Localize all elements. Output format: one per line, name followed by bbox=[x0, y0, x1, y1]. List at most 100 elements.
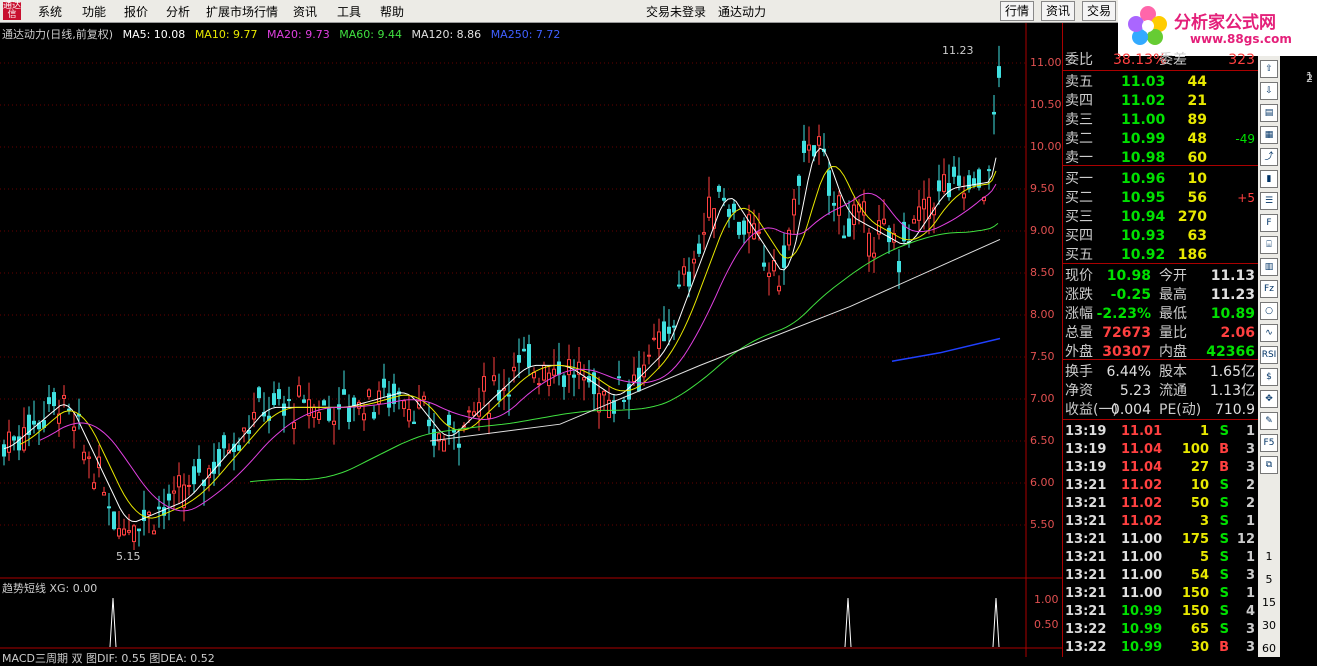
candle-body bbox=[427, 419, 431, 427]
candle-body bbox=[167, 493, 171, 501]
tab-trade-button[interactable]: 交易 bbox=[1082, 1, 1117, 21]
tab-quote-button[interactable]: 行情 bbox=[1000, 1, 1035, 21]
pencil-icon[interactable]: ✎ bbox=[1260, 412, 1278, 430]
candle-body bbox=[87, 456, 91, 459]
candle-body bbox=[787, 229, 791, 246]
candle-body bbox=[272, 393, 276, 406]
candle-body bbox=[582, 377, 586, 381]
copy-icon[interactable]: ⧉ bbox=[1260, 456, 1278, 474]
chart-icon[interactable]: ⤴ bbox=[1260, 148, 1278, 166]
candle-body bbox=[687, 271, 691, 287]
candle-body bbox=[337, 404, 341, 410]
candle-body bbox=[432, 429, 436, 446]
list-icon[interactable]: ☰ bbox=[1260, 192, 1278, 210]
menu-tools[interactable]: 工具 bbox=[337, 3, 361, 20]
tick-row: 13:19 11.04 27 B 3 bbox=[1065, 460, 1255, 475]
candle-body bbox=[322, 400, 326, 406]
candle-body bbox=[32, 420, 36, 425]
sell-row-4[interactable]: 卖四 11.02 21 bbox=[1063, 92, 1259, 111]
menu-info[interactable]: 资讯 bbox=[293, 3, 317, 20]
candle-body bbox=[12, 436, 16, 441]
menu-help[interactable]: 帮助 bbox=[380, 3, 404, 20]
candle-body bbox=[717, 185, 721, 192]
candle-body bbox=[177, 475, 181, 488]
menu-function[interactable]: 功能 bbox=[82, 3, 106, 20]
candle-body bbox=[672, 325, 676, 328]
tick-row: 13:21 11.02 10 S 2 bbox=[1065, 478, 1255, 493]
candle-body bbox=[702, 232, 706, 235]
candle-body bbox=[192, 466, 196, 485]
stat2-row: 收益(一) 0.004 PE(动) 710.9 bbox=[1065, 402, 1255, 418]
table-icon[interactable]: ▤ bbox=[1260, 104, 1278, 122]
far-right-panel: 1 2 bbox=[1280, 56, 1317, 657]
candle-body bbox=[297, 385, 301, 397]
down-arrow-icon[interactable]: ⇩ bbox=[1260, 82, 1278, 100]
tick-row: 13:22 10.99 65 S 3 bbox=[1065, 622, 1255, 637]
candle-body bbox=[67, 408, 71, 411]
candle-body bbox=[942, 174, 946, 192]
candle-body bbox=[512, 366, 516, 372]
buy-row-4[interactable]: 买四 10.93 63 bbox=[1063, 227, 1259, 246]
candle-body bbox=[527, 344, 531, 368]
candle-body bbox=[127, 530, 131, 533]
tab-info-button[interactable]: 资讯 bbox=[1041, 1, 1076, 21]
menu-analysis[interactable]: 分析 bbox=[166, 3, 190, 20]
fiz-icon[interactable]: Fz bbox=[1260, 280, 1278, 298]
panel-divider bbox=[1063, 419, 1259, 420]
period-button-1[interactable]: 1 bbox=[1260, 550, 1278, 563]
candle-icon[interactable]: ▮ bbox=[1260, 170, 1278, 188]
grid-icon[interactable]: ▦ bbox=[1260, 126, 1278, 144]
sell-row-5[interactable]: 卖五 11.03 44 bbox=[1063, 73, 1259, 92]
candle-body bbox=[327, 408, 331, 421]
buy-row-1[interactable]: 买一 10.96 10 bbox=[1063, 170, 1259, 189]
candle-body bbox=[767, 272, 771, 278]
stat-row: 总量 72673 量比 2.06 bbox=[1065, 325, 1255, 341]
candle-body bbox=[872, 252, 876, 258]
period-button-5[interactable]: 5 bbox=[1260, 573, 1278, 586]
candle-body bbox=[722, 197, 726, 201]
menu-extended-market[interactable]: 扩展市场行情 bbox=[206, 3, 278, 20]
menu-system[interactable]: 系统 bbox=[38, 3, 62, 20]
ma120-label: MA120: 8.86 bbox=[411, 28, 482, 41]
fund-icon[interactable]: F bbox=[1260, 214, 1278, 232]
up-arrow-icon[interactable]: ⇧ bbox=[1260, 60, 1278, 78]
candle-body bbox=[757, 231, 761, 234]
doc-icon[interactable]: ⌸ bbox=[1260, 236, 1278, 254]
wave-icon[interactable]: ∿ bbox=[1260, 324, 1278, 342]
candle-body bbox=[882, 218, 886, 225]
candle-body bbox=[897, 261, 901, 273]
circle-icon[interactable]: ○ bbox=[1260, 302, 1278, 320]
period-button-30[interactable]: 30 bbox=[1260, 619, 1278, 632]
candle-body bbox=[422, 395, 426, 401]
rsi-icon[interactable]: RSI bbox=[1260, 346, 1278, 364]
kline-chart[interactable] bbox=[0, 23, 1062, 657]
candle-body bbox=[317, 411, 321, 421]
candle-body bbox=[837, 195, 841, 216]
f5-icon[interactable]: F5 bbox=[1260, 434, 1278, 452]
period-button-15[interactable]: 15 bbox=[1260, 596, 1278, 609]
candle-body bbox=[467, 410, 471, 413]
menu-quote[interactable]: 报价 bbox=[124, 3, 148, 20]
move-icon[interactable]: ✥ bbox=[1260, 390, 1278, 408]
candle-body bbox=[82, 451, 86, 461]
candle-body bbox=[987, 169, 991, 172]
candle-body bbox=[797, 175, 801, 186]
candle-body bbox=[562, 375, 566, 387]
sell-row-3[interactable]: 卖三 11.00 89 bbox=[1063, 111, 1259, 130]
book-icon[interactable]: ▥ bbox=[1260, 258, 1278, 276]
candle-body bbox=[442, 439, 446, 452]
dollar-icon[interactable]: $ bbox=[1260, 368, 1278, 386]
candle-body bbox=[662, 321, 666, 342]
candle-body bbox=[402, 400, 406, 409]
candle-body bbox=[762, 262, 766, 267]
candle-body bbox=[707, 196, 711, 218]
candle-body bbox=[7, 431, 11, 453]
period-button-60[interactable]: 60 bbox=[1260, 642, 1278, 655]
sell-row-2[interactable]: 卖二 10.99 48 -49 bbox=[1063, 130, 1259, 149]
buy-row-2[interactable]: 买二 10.95 56 +5 bbox=[1063, 189, 1259, 208]
login-status: 交易未登录 bbox=[646, 5, 707, 19]
candle-body bbox=[692, 258, 696, 264]
candle-body bbox=[677, 284, 681, 287]
candle-body bbox=[962, 193, 966, 199]
buy-row-3[interactable]: 买三 10.94 270 bbox=[1063, 208, 1259, 227]
